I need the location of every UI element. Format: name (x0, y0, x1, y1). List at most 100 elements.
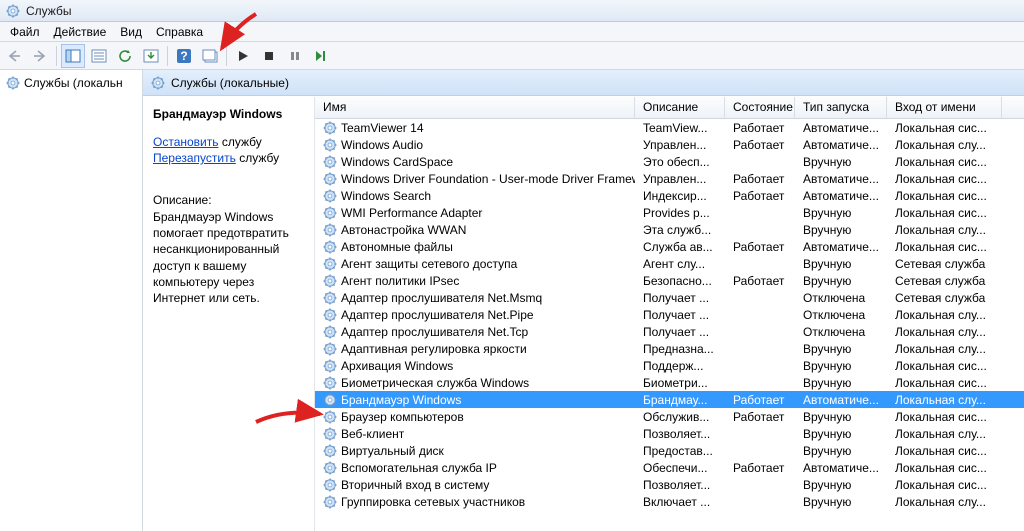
cell-logon: Локальная слу... (887, 341, 1002, 357)
stop-service-button[interactable] (257, 44, 281, 68)
stop-link[interactable]: Остановить (153, 135, 219, 149)
cell-logon: Локальная сис... (887, 120, 1002, 136)
cell-logon: Локальная слу... (887, 324, 1002, 340)
col-logon[interactable]: Вход от имени (887, 97, 1002, 118)
panel-title: Службы (локальные) (171, 76, 289, 90)
table-row[interactable]: Виртуальный дискПредостав...ВручнуюЛокал… (315, 442, 1024, 459)
table-row[interactable]: Агент защиты сетевого доступаАгент слу..… (315, 255, 1024, 272)
cell-state: Работает (725, 239, 795, 255)
table-row[interactable]: Веб-клиентПозволяет...ВручнуюЛокальная с… (315, 425, 1024, 442)
table-row[interactable]: Архивация WindowsПоддерж...ВручнуюЛокаль… (315, 357, 1024, 374)
service-icon (323, 223, 337, 237)
table-row[interactable]: Вторичный вход в системуПозволяет...Вруч… (315, 476, 1024, 493)
table-row[interactable]: Агент политики IPsecБезопасно...Работает… (315, 272, 1024, 289)
table-row[interactable]: Windows CardSpaceЭто обесп...ВручнуюЛока… (315, 153, 1024, 170)
cell-logon: Локальная слу... (887, 426, 1002, 442)
menu-action[interactable]: Действие (48, 23, 113, 41)
services-icon (151, 76, 165, 90)
cell-name: Группировка сетевых участников (341, 495, 525, 509)
service-icon (323, 172, 337, 186)
cell-start: Автоматиче... (795, 188, 887, 204)
col-state[interactable]: Состояние (725, 97, 795, 118)
nav-forward-button[interactable] (28, 44, 52, 68)
menu-help[interactable]: Справка (150, 23, 209, 41)
pause-service-button[interactable] (283, 44, 307, 68)
col-name[interactable]: Имя (315, 97, 635, 118)
cell-name: Браузер компьютеров (341, 410, 464, 424)
refresh-button[interactable] (113, 44, 137, 68)
table-row[interactable]: Windows SearchИндексир...РаботаетАвтомат… (315, 187, 1024, 204)
table-row[interactable]: Группировка сетевых участниковВключает .… (315, 493, 1024, 510)
cell-logon: Локальная слу... (887, 494, 1002, 510)
table-row[interactable]: Вспомогательная служба IPОбеспечи...Рабо… (315, 459, 1024, 476)
col-start[interactable]: Тип запуска (795, 97, 887, 118)
service-icon (323, 291, 337, 305)
menu-view[interactable]: Вид (114, 23, 148, 41)
cell-state: Работает (725, 137, 795, 153)
cell-state: Работает (725, 460, 795, 476)
cell-state (725, 450, 795, 452)
window-button[interactable] (198, 44, 222, 68)
service-icon (323, 257, 337, 271)
table-row[interactable]: WMI Performance AdapterProvides p...Вруч… (315, 204, 1024, 221)
table-row[interactable]: Адаптер прослушивателя Net.PipeПолучает … (315, 306, 1024, 323)
cell-name: Windows Driver Foundation - User-mode Dr… (341, 172, 635, 186)
cell-start: Вручную (795, 494, 887, 510)
window-title: Службы (26, 4, 71, 18)
tree-root[interactable]: Службы (локальн (2, 74, 140, 92)
table-row[interactable]: Автонастройка WWANЭта служб...ВручнуюЛок… (315, 221, 1024, 238)
cell-desc: Поддерж... (635, 358, 725, 374)
menu-file[interactable]: Файл (4, 23, 46, 41)
service-icon (323, 274, 337, 288)
cell-name: WMI Performance Adapter (341, 206, 482, 220)
cell-desc: TeamView... (635, 120, 725, 136)
table-row[interactable]: Адаптивная регулировка яркостиПредназна.… (315, 340, 1024, 357)
cell-state (725, 365, 795, 367)
cell-desc: Это обесп... (635, 154, 725, 170)
cell-desc: Provides p... (635, 205, 725, 221)
cell-logon: Локальная сис... (887, 375, 1002, 391)
table-row[interactable]: Windows AudioУправлен...РаботаетАвтомати… (315, 136, 1024, 153)
toolbar: ? (0, 42, 1024, 70)
cell-logon: Локальная сис... (887, 477, 1002, 493)
cell-desc: Предостав... (635, 443, 725, 459)
cell-logon: Локальная сис... (887, 239, 1002, 255)
restart-link[interactable]: Перезапустить (153, 151, 236, 165)
cell-start: Вручную (795, 341, 887, 357)
show-hide-pane-button[interactable] (61, 44, 85, 68)
col-desc[interactable]: Описание (635, 97, 725, 118)
restart-service-button[interactable] (309, 44, 333, 68)
cell-name: Автономные файлы (341, 240, 453, 254)
table-row[interactable]: Адаптер прослушивателя Net.MsmqПолучает … (315, 289, 1024, 306)
service-icon (323, 325, 337, 339)
cell-logon: Локальная сис... (887, 171, 1002, 187)
table-row[interactable]: Биометрическая служба WindowsБиометри...… (315, 374, 1024, 391)
cell-name: Веб-клиент (341, 427, 404, 441)
cell-name: Архивация Windows (341, 359, 453, 373)
cell-desc: Обеспечи... (635, 460, 725, 476)
services-table: Имя Описание Состояние Тип запуска Вход … (315, 97, 1024, 531)
cell-logon: Локальная сис... (887, 409, 1002, 425)
cell-desc: Служба ав... (635, 239, 725, 255)
cell-name: Windows Audio (341, 138, 423, 152)
start-service-button[interactable] (231, 44, 255, 68)
toolbar-separator (167, 46, 168, 66)
service-icon (323, 155, 337, 169)
cell-desc: Позволяет... (635, 477, 725, 493)
cell-desc: Получает ... (635, 324, 725, 340)
cell-desc: Брандмау... (635, 392, 725, 408)
table-row[interactable]: Брандмауэр WindowsБрандмау...РаботаетАвт… (315, 391, 1024, 408)
table-row[interactable]: TeamViewer 14TeamView...РаботаетАвтомати… (315, 119, 1024, 136)
export-button[interactable] (139, 44, 163, 68)
table-row[interactable]: Браузер компьютеровОбслужив...РаботаетВр… (315, 408, 1024, 425)
service-icon (323, 342, 337, 356)
nav-back-button[interactable] (2, 44, 26, 68)
menubar: Файл Действие Вид Справка (0, 22, 1024, 42)
properties-button[interactable] (87, 44, 111, 68)
table-row[interactable]: Автономные файлыСлужба ав...РаботаетАвто… (315, 238, 1024, 255)
table-row[interactable]: Адаптер прослушивателя Net.TcpПолучает .… (315, 323, 1024, 340)
cell-desc: Агент слу... (635, 256, 725, 272)
service-icon (323, 478, 337, 492)
help-button[interactable]: ? (172, 44, 196, 68)
table-row[interactable]: Windows Driver Foundation - User-mode Dr… (315, 170, 1024, 187)
